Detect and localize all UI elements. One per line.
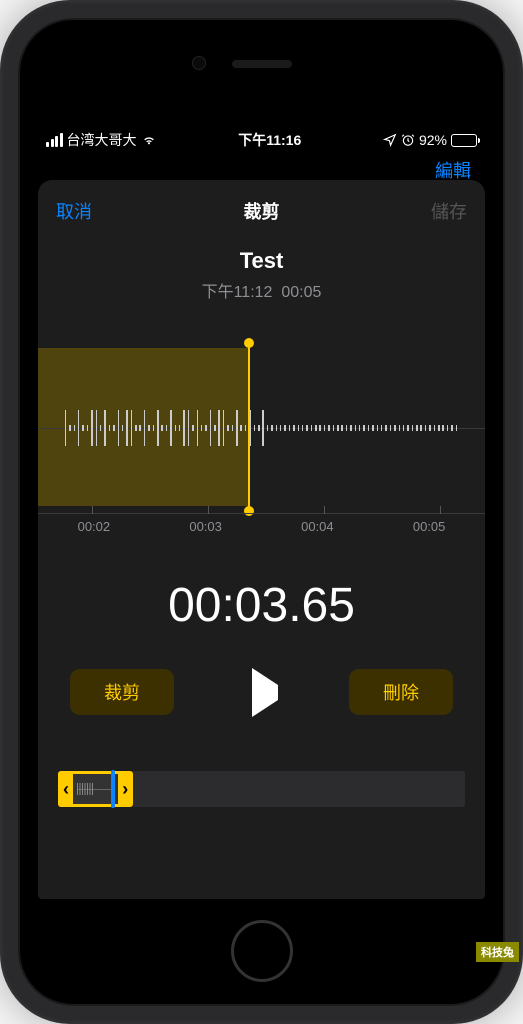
status-bar: 台湾大哥大 下午11:16 92% — [38, 125, 485, 155]
sheet-title: 裁剪 — [244, 198, 280, 224]
axis-tick — [324, 506, 325, 514]
home-button[interactable] — [231, 920, 293, 982]
play-button[interactable] — [240, 679, 284, 706]
battery-icon — [451, 134, 477, 147]
axis-tick — [440, 506, 441, 514]
recording-duration: 00:05 — [281, 284, 321, 301]
signal-icon — [46, 133, 63, 147]
axis-tick — [208, 506, 209, 514]
location-icon — [383, 133, 397, 147]
phone-bezel: 台湾大哥大 下午11:16 92% — [18, 18, 505, 1006]
earpiece — [232, 60, 292, 68]
axis-label: 00:03 — [189, 519, 222, 534]
waveform-playhead[interactable] — [248, 344, 250, 510]
status-time: 下午11:16 — [238, 130, 301, 150]
phone-frame: 台湾大哥大 下午11:16 92% — [0, 0, 523, 1024]
axis-tick — [92, 506, 93, 514]
screen: 台湾大哥大 下午11:16 92% — [38, 125, 485, 899]
waveform-samples — [65, 410, 458, 446]
mini-playhead[interactable] — [111, 770, 115, 808]
mini-timeline[interactable]: ‹ › — [58, 771, 465, 807]
current-time: 00:03.65 — [38, 578, 485, 633]
alarm-icon — [401, 133, 415, 147]
watermark: 科技兔 — [476, 942, 519, 962]
axis-label: 00:05 — [413, 519, 446, 534]
waveform[interactable]: 00:02 00:03 00:04 00:05 — [38, 348, 485, 528]
front-camera — [192, 56, 206, 70]
recording-title[interactable]: Test — [38, 248, 485, 274]
time-axis: 00:02 00:03 00:04 00:05 — [38, 519, 485, 534]
trim-button[interactable]: 裁剪 — [70, 669, 174, 715]
carrier-name: 台湾大哥大 — [67, 130, 137, 150]
nav-bar: 取消 裁剪 儲存 — [38, 190, 485, 230]
delete-button[interactable]: 刪除 — [349, 669, 453, 715]
save-button: 儲存 — [431, 198, 467, 224]
axis-label: 00:02 — [78, 519, 111, 534]
mini-selection[interactable]: ‹ › — [58, 771, 133, 807]
trim-sheet: 取消 裁剪 儲存 Test 下午11:12 00:05 — [38, 180, 485, 899]
mini-waveform — [77, 789, 114, 790]
battery-percent: 92% — [419, 132, 447, 148]
cancel-button[interactable]: 取消 — [56, 198, 92, 224]
wifi-icon — [141, 132, 157, 148]
axis-rule — [38, 513, 485, 514]
controls: 裁剪 刪除 — [38, 669, 485, 715]
axis-label: 00:04 — [301, 519, 334, 534]
recording-meta: 下午11:12 00:05 — [38, 278, 485, 302]
recording-timestamp: 下午11:12 — [202, 284, 273, 301]
trim-handle-right[interactable]: › — [118, 774, 132, 804]
trim-handle-left[interactable]: ‹ — [59, 774, 73, 804]
play-icon — [252, 668, 278, 717]
